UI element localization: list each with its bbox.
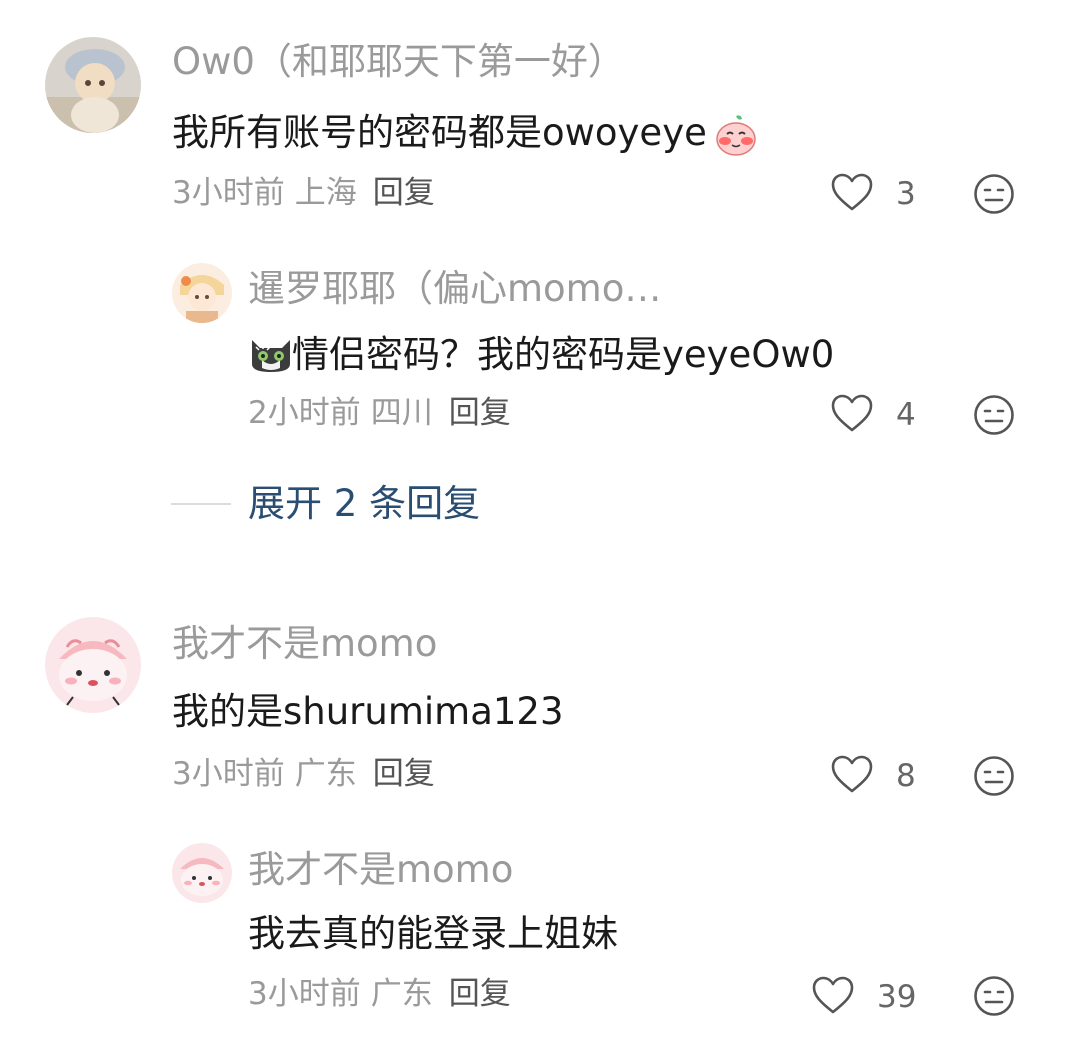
avatar[interactable] [172,263,232,323]
like-button[interactable]: 4 [830,393,916,437]
timestamp: 2小时前 [248,395,361,431]
reply-button[interactable]: 回复 [449,976,511,1012]
like-count: 39 [877,978,917,1015]
comment-text: 我所有账号的密码都是owoyeye [172,110,756,156]
comment-text: 我的是shurumima123 [172,693,564,730]
username[interactable]: 我才不是momo [248,851,513,888]
username[interactable]: Ow0（和耶耶天下第一好） [172,43,625,80]
reply-button[interactable]: 回复 [449,395,511,431]
like-count: 8 [896,757,916,794]
comment-text-content: 我的是shurumima123 [172,690,564,733]
like-button[interactable]: 3 [830,172,916,216]
comment-text-content: 我所有账号的密码都是owoyeye [172,110,707,154]
location: 四川 [370,395,433,431]
neutral-face-icon[interactable] [973,173,1015,219]
timestamp: 3小时前 [248,976,361,1012]
comment-text-content: 我去真的能登录上姐妹 [248,912,618,955]
location: 广东 [370,976,433,1012]
expand-replies-button[interactable]: 展开 2 条回复 [171,485,480,522]
blushing-peach-emoji-icon [713,112,756,156]
neutral-face-icon[interactable] [973,975,1015,1021]
like-count: 3 [896,175,916,212]
username[interactable]: 我才不是momo [172,625,437,662]
avatar[interactable] [45,37,141,133]
comment-meta: 3小时前 广东 回复 [248,979,511,1010]
comment-meta: 2小时前 四川 回复 [248,398,511,429]
neutral-face-icon[interactable] [973,394,1015,440]
comment-text-content: 情侣密码？我的密码是yeyeOw0 [292,332,835,376]
comment-text: 我去真的能登录上姐妹 [248,915,618,952]
heart-icon[interactable] [811,975,855,1019]
like-button[interactable]: 39 [811,975,916,1019]
heart-icon[interactable] [830,754,874,798]
reply-button[interactable]: 回复 [373,175,435,211]
avatar[interactable] [45,617,141,713]
neutral-face-icon[interactable] [973,755,1015,801]
expand-replies-label[interactable]: 展开 2 条回复 [248,485,480,522]
reply-button[interactable]: 回复 [373,756,435,792]
username[interactable]: 暹罗耶耶（偏心momo… [248,270,661,307]
avatar[interactable] [172,843,232,903]
like-button[interactable]: 8 [830,754,916,798]
location: 广东 [294,756,357,792]
comment-text: 情侣密码？我的密码是yeyeOw0 [248,334,834,374]
timestamp: 3小时前 [172,175,285,211]
heart-icon[interactable] [830,172,874,216]
like-count: 4 [896,396,916,433]
timestamp: 3小时前 [172,756,285,792]
comment-meta: 3小时前 上海 回复 [172,178,435,209]
comment-meta: 3小时前 广东 回复 [172,759,435,790]
divider [171,502,231,505]
heart-icon[interactable] [830,393,874,437]
gray-cat-emoji-icon [248,334,290,374]
location: 上海 [294,175,357,211]
